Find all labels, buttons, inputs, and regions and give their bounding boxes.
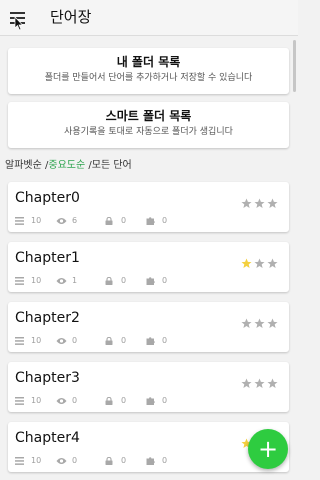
importance-stars[interactable] [241,318,280,329]
chapter-card[interactable]: Chapter1 10 1 0 0 [8,242,289,292]
locked-count-value: 0 [121,456,127,465]
my-folders-card[interactable]: 내 폴더 목록 폴더를 만들어서 단어를 추가하거나 저장할 수 있습니다 [8,48,289,94]
view-count-value: 6 [72,216,78,225]
puzzle-count-value: 0 [162,276,168,285]
chapter-card[interactable]: Chapter4 10 0 0 0 [8,422,289,472]
star-empty-icon[interactable] [267,198,278,209]
chapter-name: Chapter1 [15,250,80,266]
my-folders-subtitle: 폴더를 만들어서 단어를 추가하거나 저장할 수 있습니다 [44,73,253,83]
star-empty-icon[interactable] [267,258,278,269]
importance-stars[interactable] [241,198,280,209]
sort-alphabetical[interactable]: 알파벳순 [5,160,42,171]
locked-count-value: 0 [121,216,127,225]
chapter-name: Chapter4 [15,430,80,446]
sort-importance[interactable]: 중요도순 [48,160,85,171]
star-empty-icon[interactable] [241,318,252,329]
my-folders-title: 내 폴더 목록 [116,55,181,69]
word-count-value: 10 [31,276,42,285]
add-fab-button[interactable]: + [248,429,288,469]
word-count-value: 10 [31,336,42,345]
star-empty-icon[interactable] [254,318,265,329]
app-bar: 단어장 [0,0,298,36]
main-content: 내 폴더 목록 폴더를 만들어서 단어를 추가하거나 저장할 수 있습니다 스마… [0,36,298,480]
puzzle-count-value: 0 [162,456,168,465]
locked-count-value: 0 [121,396,127,405]
view-count-value: 0 [72,396,78,405]
word-count-value: 10 [31,396,42,405]
sort-all-words[interactable]: 모든 단어 [92,160,132,171]
star-empty-icon[interactable] [254,378,265,389]
locked-count-value: 0 [121,276,127,285]
view-count-value: 0 [72,336,78,345]
word-count-value: 10 [31,216,42,225]
chapter-card[interactable]: Chapter0 10 6 0 0 [8,182,289,232]
puzzle-count-value: 0 [162,336,168,345]
importance-stars[interactable] [241,258,280,269]
chapter-name: Chapter0 [15,190,80,206]
importance-stars[interactable] [241,378,280,389]
mouse-cursor-icon [14,17,24,31]
star-filled-icon[interactable] [241,258,252,269]
word-count-value: 10 [31,456,42,465]
sort-bar: 알파벳순 /중요도순 /모든 단어 [5,160,132,172]
star-empty-icon[interactable] [254,258,265,269]
chapter-card[interactable]: Chapter3 10 0 0 0 [8,362,289,412]
star-empty-icon[interactable] [267,378,278,389]
locked-count-value: 0 [121,336,127,345]
smart-folders-title: 스마트 폴더 목록 [105,109,192,123]
chapter-name: Chapter3 [15,370,80,386]
puzzle-count-value: 0 [162,396,168,405]
smart-folders-subtitle: 사용기록을 토대로 자동으로 폴더가 생깁니다 [64,127,233,137]
star-empty-icon[interactable] [254,198,265,209]
plus-icon: + [257,435,279,463]
star-empty-icon[interactable] [241,198,252,209]
chapter-name: Chapter2 [15,310,80,326]
star-empty-icon[interactable] [241,378,252,389]
view-count-value: 1 [72,276,78,285]
star-empty-icon[interactable] [267,318,278,329]
view-count-value: 0 [72,456,78,465]
smart-folders-card[interactable]: 스마트 폴더 목록 사용기록을 토대로 자동으로 폴더가 생깁니다 [8,102,289,148]
chapter-card[interactable]: Chapter2 10 0 0 0 [8,302,289,352]
page-title: 단어장 [50,8,92,26]
puzzle-count-value: 0 [162,216,168,225]
